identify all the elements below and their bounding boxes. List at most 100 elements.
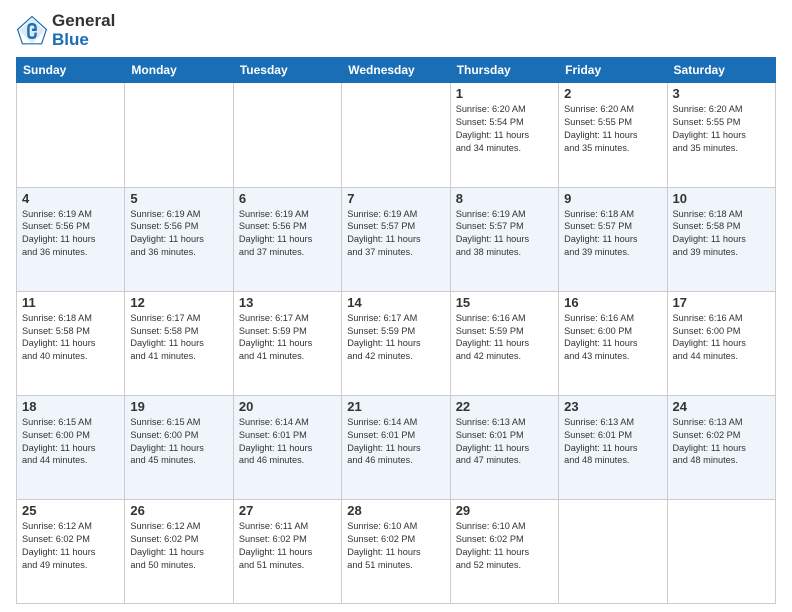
calendar-cell: 4 Sunrise: 6:19 AM Sunset: 5:56 PM Daylig… — [17, 187, 125, 291]
calendar-cell — [342, 83, 450, 187]
day-number: 21 — [347, 399, 444, 414]
day-info: Sunrise: 6:16 AM Sunset: 5:59 PM Dayligh… — [456, 312, 553, 364]
day-info: Sunrise: 6:17 AM Sunset: 5:59 PM Dayligh… — [239, 312, 336, 364]
calendar-cell — [233, 83, 341, 187]
day-number: 4 — [22, 191, 119, 206]
calendar-cell: 14 Sunrise: 6:17 AM Sunset: 5:59 PM Dayli… — [342, 291, 450, 395]
day-info: Sunrise: 6:13 AM Sunset: 6:02 PM Dayligh… — [673, 416, 770, 468]
day-info: Sunrise: 6:15 AM Sunset: 6:00 PM Dayligh… — [130, 416, 227, 468]
calendar-cell: 24Sunrise: 6:13 AM Sunset: 6:02 PM Dayli… — [667, 395, 775, 499]
day-info: Sunrise: 6:20 AM Sunset: 5:54 PM Dayligh… — [456, 103, 553, 155]
day-info: Sunrise: 6:15 AM Sunset: 6:00 PM Dayligh… — [22, 416, 119, 468]
day-number: 8 — [456, 191, 553, 206]
day-info: Sunrise: 6:18 AM Sunset: 5:57 PM Dayligh… — [564, 208, 661, 260]
day-number: 5 — [130, 191, 227, 206]
day-number: 22 — [456, 399, 553, 414]
day-info: Sunrise: 6:19 AM Sunset: 5:57 PM Dayligh… — [456, 208, 553, 260]
day-number: 11 — [22, 295, 119, 310]
day-number: 12 — [130, 295, 227, 310]
calendar-cell: 15 Sunrise: 6:16 AM Sunset: 5:59 PM Dayli… — [450, 291, 558, 395]
day-info: Sunrise: 6:10 AM Sunset: 6:02 PM Dayligh… — [347, 520, 444, 572]
calendar-day-header: Sunday — [17, 58, 125, 83]
calendar-cell: 19Sunrise: 6:15 AM Sunset: 6:00 PM Dayli… — [125, 395, 233, 499]
calendar-cell — [559, 499, 667, 603]
day-info: Sunrise: 6:13 AM Sunset: 6:01 PM Dayligh… — [564, 416, 661, 468]
calendar-day-header: Wednesday — [342, 58, 450, 83]
day-info: Sunrise: 6:19 AM Sunset: 5:57 PM Dayligh… — [347, 208, 444, 260]
day-number: 3 — [673, 86, 770, 101]
day-number: 13 — [239, 295, 336, 310]
calendar-cell: 22 Sunrise: 6:13 AM Sunset: 6:01 PM Dayli… — [450, 395, 558, 499]
day-number: 6 — [239, 191, 336, 206]
day-info: Sunrise: 6:19 AM Sunset: 5:56 PM Dayligh… — [130, 208, 227, 260]
calendar-cell: 12 Sunrise: 6:17 AM Sunset: 5:58 PM Dayli… — [125, 291, 233, 395]
calendar-cell: 26Sunrise: 6:12 AM Sunset: 6:02 PM Dayli… — [125, 499, 233, 603]
day-info: Sunrise: 6:17 AM Sunset: 5:58 PM Dayligh… — [130, 312, 227, 364]
logo-icon — [16, 15, 48, 47]
calendar-cell: 13 Sunrise: 6:17 AM Sunset: 5:59 PM Dayli… — [233, 291, 341, 395]
calendar-day-header: Friday — [559, 58, 667, 83]
calendar-cell: 2 Sunrise: 6:20 AM Sunset: 5:55 PM Daylig… — [559, 83, 667, 187]
day-info: Sunrise: 6:13 AM Sunset: 6:01 PM Dayligh… — [456, 416, 553, 468]
calendar-cell: 11 Sunrise: 6:18 AM Sunset: 5:58 PM Dayli… — [17, 291, 125, 395]
day-info: Sunrise: 6:10 AM Sunset: 6:02 PM Dayligh… — [456, 520, 553, 572]
calendar-table: SundayMondayTuesdayWednesdayThursdayFrid… — [16, 57, 776, 604]
calendar-week-row: 4 Sunrise: 6:19 AM Sunset: 5:56 PM Daylig… — [17, 187, 776, 291]
day-number: 10 — [673, 191, 770, 206]
calendar-cell: 9 Sunrise: 6:18 AM Sunset: 5:57 PM Daylig… — [559, 187, 667, 291]
day-number: 7 — [347, 191, 444, 206]
calendar-cell: 7 Sunrise: 6:19 AM Sunset: 5:57 PM Daylig… — [342, 187, 450, 291]
calendar-day-header: Thursday — [450, 58, 558, 83]
day-number: 1 — [456, 86, 553, 101]
calendar-day-header: Tuesday — [233, 58, 341, 83]
calendar-week-row: 25Sunrise: 6:12 AM Sunset: 6:02 PM Dayli… — [17, 499, 776, 603]
day-info: Sunrise: 6:11 AM Sunset: 6:02 PM Dayligh… — [239, 520, 336, 572]
day-info: Sunrise: 6:16 AM Sunset: 6:00 PM Dayligh… — [673, 312, 770, 364]
calendar-week-row: 18Sunrise: 6:15 AM Sunset: 6:00 PM Dayli… — [17, 395, 776, 499]
day-number: 2 — [564, 86, 661, 101]
calendar-cell: 3 Sunrise: 6:20 AM Sunset: 5:55 PM Daylig… — [667, 83, 775, 187]
day-info: Sunrise: 6:19 AM Sunset: 5:56 PM Dayligh… — [239, 208, 336, 260]
day-info: Sunrise: 6:20 AM Sunset: 5:55 PM Dayligh… — [673, 103, 770, 155]
calendar-day-header: Saturday — [667, 58, 775, 83]
calendar-cell: 5 Sunrise: 6:19 AM Sunset: 5:56 PM Daylig… — [125, 187, 233, 291]
logo-text: General Blue — [52, 12, 115, 49]
calendar-header-row: SundayMondayTuesdayWednesdayThursdayFrid… — [17, 58, 776, 83]
day-number: 26 — [130, 503, 227, 518]
calendar-cell: 10 Sunrise: 6:18 AM Sunset: 5:58 PM Dayli… — [667, 187, 775, 291]
calendar-cell: 6 Sunrise: 6:19 AM Sunset: 5:56 PM Daylig… — [233, 187, 341, 291]
day-info: Sunrise: 6:19 AM Sunset: 5:56 PM Dayligh… — [22, 208, 119, 260]
day-number: 23 — [564, 399, 661, 414]
day-number: 20 — [239, 399, 336, 414]
day-info: Sunrise: 6:12 AM Sunset: 6:02 PM Dayligh… — [22, 520, 119, 572]
day-info: Sunrise: 6:14 AM Sunset: 6:01 PM Dayligh… — [239, 416, 336, 468]
calendar-cell: 20 Sunrise: 6:14 AM Sunset: 6:01 PM Dayli… — [233, 395, 341, 499]
calendar-week-row: 1 Sunrise: 6:20 AM Sunset: 5:54 PM Daylig… — [17, 83, 776, 187]
calendar-cell: 29Sunrise: 6:10 AM Sunset: 6:02 PM Dayli… — [450, 499, 558, 603]
day-number: 9 — [564, 191, 661, 206]
day-number: 27 — [239, 503, 336, 518]
day-info: Sunrise: 6:18 AM Sunset: 5:58 PM Dayligh… — [673, 208, 770, 260]
day-number: 16 — [564, 295, 661, 310]
calendar-cell — [667, 499, 775, 603]
page: General Blue SundayMondayTuesdayWednesda… — [0, 0, 792, 612]
calendar-cell: 27 Sunrise: 6:11 AM Sunset: 6:02 PM Dayli… — [233, 499, 341, 603]
calendar-cell — [125, 83, 233, 187]
calendar-cell: 16Sunrise: 6:16 AM Sunset: 6:00 PM Dayli… — [559, 291, 667, 395]
day-info: Sunrise: 6:14 AM Sunset: 6:01 PM Dayligh… — [347, 416, 444, 468]
calendar-cell: 17Sunrise: 6:16 AM Sunset: 6:00 PM Dayli… — [667, 291, 775, 395]
day-info: Sunrise: 6:18 AM Sunset: 5:58 PM Dayligh… — [22, 312, 119, 364]
calendar-day-header: Monday — [125, 58, 233, 83]
calendar-cell: 1 Sunrise: 6:20 AM Sunset: 5:54 PM Daylig… — [450, 83, 558, 187]
calendar-cell: 21 Sunrise: 6:14 AM Sunset: 6:01 PM Dayli… — [342, 395, 450, 499]
calendar-cell — [17, 83, 125, 187]
day-info: Sunrise: 6:20 AM Sunset: 5:55 PM Dayligh… — [564, 103, 661, 155]
day-number: 15 — [456, 295, 553, 310]
calendar-cell: 23 Sunrise: 6:13 AM Sunset: 6:01 PM Dayli… — [559, 395, 667, 499]
day-info: Sunrise: 6:17 AM Sunset: 5:59 PM Dayligh… — [347, 312, 444, 364]
calendar-cell: 18Sunrise: 6:15 AM Sunset: 6:00 PM Dayli… — [17, 395, 125, 499]
header: General Blue — [16, 12, 776, 49]
day-number: 14 — [347, 295, 444, 310]
calendar-week-row: 11 Sunrise: 6:18 AM Sunset: 5:58 PM Dayli… — [17, 291, 776, 395]
calendar-cell: 8 Sunrise: 6:19 AM Sunset: 5:57 PM Daylig… — [450, 187, 558, 291]
